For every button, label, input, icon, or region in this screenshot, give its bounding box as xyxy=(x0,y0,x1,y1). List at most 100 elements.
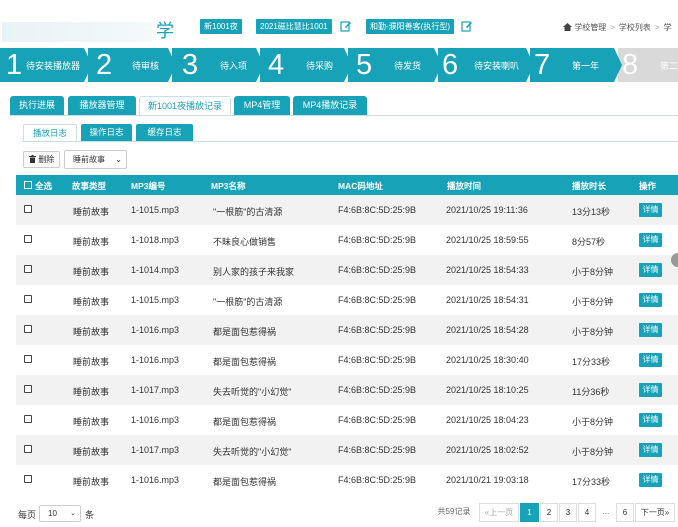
page-6[interactable]: 6 xyxy=(616,503,634,522)
cell-play-time: 2021/10/25 18:59:55 xyxy=(446,235,529,245)
tag-partner[interactable]: 和勤-濮阳善客(执行型) xyxy=(366,19,454,34)
subtab-play-log[interactable]: 播放日志 xyxy=(23,124,77,142)
trash-icon xyxy=(29,155,36,163)
tag-project[interactable]: 新1001夜 xyxy=(200,19,242,34)
story-type-select[interactable]: 睡前故事 ⌄ xyxy=(64,150,127,169)
step-2[interactable]: 2 待审核 xyxy=(88,48,178,82)
subtab-op-log[interactable]: 操作日志 xyxy=(81,124,132,141)
row-checkbox[interactable] xyxy=(24,295,32,303)
row-checkbox[interactable] xyxy=(24,205,32,213)
cell-mp3-name: 都是面包惹得祸 xyxy=(213,477,277,487)
detail-button[interactable]: 详情 xyxy=(639,323,662,337)
cell-story-type: 睡前故事 xyxy=(73,327,110,337)
table-row: 睡前故事 1-1015.mp3 "一根筋"的古清源 F4:6B:8C:5D:25:9B… xyxy=(16,285,678,315)
scroll-handle[interactable] xyxy=(671,253,678,267)
step-5[interactable]: 5 待发货 xyxy=(348,48,444,82)
cell-mp3-name: 失去听觉的"小幻觉" xyxy=(213,447,292,457)
tab-mp4-mgmt[interactable]: MP4管理 xyxy=(234,96,290,115)
cell-duration: 小于8分钟 xyxy=(572,447,614,457)
detail-button[interactable]: 详情 xyxy=(639,383,662,397)
edit-icon[interactable] xyxy=(461,20,473,32)
total-count: 共59记录 xyxy=(430,503,478,522)
detail-button[interactable]: 详情 xyxy=(639,413,662,427)
col-select-all[interactable]: 全选 xyxy=(35,180,52,192)
prev-page-button[interactable]: «上一页 xyxy=(479,503,519,522)
step-3[interactable]: 3 待入项 xyxy=(172,48,266,82)
table-row: 睡前故事 1-1016.mp3 都是面包惹得祸 F4:6B:8C:5D:25:9B 20… xyxy=(16,465,678,495)
step-4[interactable]: 4 待采购 xyxy=(260,48,354,82)
school-name-redacted xyxy=(2,22,152,43)
cell-story-type: 睡前故事 xyxy=(73,237,110,247)
tab-mp4-records[interactable]: MP4播放记录 xyxy=(293,96,367,115)
detail-button[interactable]: 详情 xyxy=(639,233,662,247)
cell-story-type: 睡前故事 xyxy=(73,207,110,217)
cell-mac: F4:6B:8C:5D:25:9B xyxy=(338,355,417,365)
row-checkbox[interactable] xyxy=(24,355,32,363)
step-6[interactable]: 6 待安装喇叭 xyxy=(438,48,536,82)
select-all-checkbox[interactable] xyxy=(24,181,32,189)
cell-mp3-id: 1-1016.mp3 xyxy=(131,325,180,335)
page-3[interactable]: 3 xyxy=(559,503,577,522)
table-row: 睡前故事 1-1016.mp3 都是面包惹得祸 F4:6B:8C:5D:25:9B 20… xyxy=(16,345,678,375)
cell-mp3-id: 1-1016.mp3 xyxy=(131,475,180,485)
header: 学 新1001夜 2021磁比慧比1001 和勤-濮阳善客(执行型) 学校管理 >… xyxy=(0,0,678,44)
cell-play-time: 2021/10/25 19:11:36 xyxy=(446,205,528,215)
tab-player-mgmt[interactable]: 播放器管理 xyxy=(68,96,136,115)
cell-play-time: 2021/10/21 19:03:18 xyxy=(446,475,529,485)
cell-mp3-id: 1-1017.mp3 xyxy=(131,385,180,395)
home-icon xyxy=(563,23,572,31)
col-play-time: 播放时间 xyxy=(447,181,482,191)
step-1[interactable]: 1 待安装播放器 xyxy=(0,48,94,82)
table-row: 睡前故事 1-1018.mp3 不昧良心做销售 F4:6B:8C:5D:25:9B 20… xyxy=(16,225,678,255)
row-checkbox[interactable] xyxy=(24,415,32,423)
delete-button[interactable]: 删除 xyxy=(23,151,61,168)
next-page-button[interactable]: 下一页» xyxy=(635,503,675,522)
table-row: 睡前故事 1-1016.mp3 都是面包惹得祸 F4:6B:8C:5D:25:9B 20… xyxy=(16,315,678,345)
row-checkbox[interactable] xyxy=(24,475,32,483)
cell-mac: F4:6B:8C:5D:25:9B xyxy=(338,475,417,485)
cell-story-type: 睡前故事 xyxy=(73,447,110,457)
cell-mac: F4:6B:8C:5D:25:9B xyxy=(338,205,417,215)
row-checkbox[interactable] xyxy=(24,445,32,453)
detail-button[interactable]: 详情 xyxy=(639,203,662,217)
edit-icon[interactable] xyxy=(340,20,352,32)
tab-playback-records[interactable]: 新1001夜播放记录 xyxy=(139,96,231,116)
tag-batch[interactable]: 2021磁比慧比1001 xyxy=(256,19,332,34)
detail-button[interactable]: 详情 xyxy=(639,263,662,277)
subtab-cache-log[interactable]: 缓存日志 xyxy=(136,124,193,141)
breadcrumb-school-list[interactable]: 学校列表 xyxy=(619,23,651,32)
school-name: 学 xyxy=(2,17,175,43)
progress-steps: 1 待安装播放器 2 待审核 3 待入项 4 待采购 5 待发货 6 待安装喇叭… xyxy=(0,48,678,82)
row-checkbox[interactable] xyxy=(24,235,32,243)
row-checkbox[interactable] xyxy=(24,385,32,393)
cell-play-time: 2021/10/25 18:04:23 xyxy=(446,415,529,425)
cell-story-type: 睡前故事 xyxy=(73,267,110,277)
cell-play-time: 2021/10/25 18:02:52 xyxy=(446,445,529,455)
cell-mp3-id: 1-1017.mp3 xyxy=(131,445,180,455)
detail-button[interactable]: 详情 xyxy=(639,443,662,457)
row-checkbox[interactable] xyxy=(24,325,32,333)
detail-button[interactable]: 详情 xyxy=(639,473,662,487)
detail-button[interactable]: 详情 xyxy=(639,293,662,307)
col-duration: 播放时长 xyxy=(572,181,607,191)
tab-progress[interactable]: 执行进展 xyxy=(10,96,64,115)
subtab-divider xyxy=(22,141,678,142)
row-checkbox[interactable] xyxy=(24,265,32,273)
cell-play-time: 2021/10/25 18:54:31 xyxy=(446,295,529,305)
step-8[interactable]: 8 第二 xyxy=(618,48,678,82)
page-4[interactable]: 4 xyxy=(578,503,596,522)
detail-button[interactable]: 详情 xyxy=(639,353,662,367)
page-1[interactable]: 1 xyxy=(520,503,539,522)
cell-story-type: 睡前故事 xyxy=(73,357,110,367)
step-7[interactable]: 7 第一年 xyxy=(530,48,624,82)
cell-duration: 小于8分钟 xyxy=(572,327,614,337)
col-story-type: 故事类型 xyxy=(72,181,107,191)
cell-duration: 17分33秒 xyxy=(572,357,611,367)
per-page-select[interactable]: 10 ⌄ xyxy=(39,505,81,522)
cell-duration: 17分33秒 xyxy=(572,477,611,487)
page-2[interactable]: 2 xyxy=(540,503,558,522)
breadcrumb-school-mgmt[interactable]: 学校管理 xyxy=(574,23,606,32)
per-page-label: 每页 xyxy=(18,510,37,520)
cell-mac: F4:6B:8C:5D:25:9B xyxy=(338,325,417,335)
breadcrumb-school: 学 xyxy=(663,23,672,32)
